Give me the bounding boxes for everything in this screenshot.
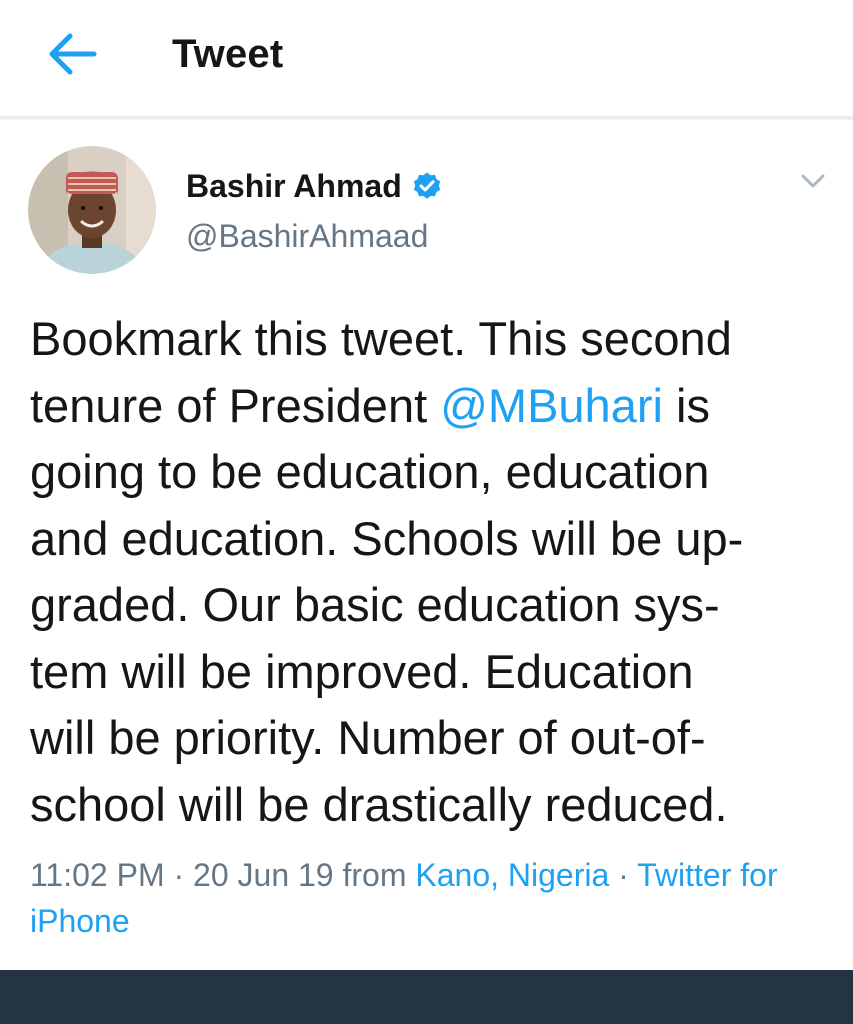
bottom-bar [0, 970, 853, 1024]
author-name-row[interactable]: Bashir Ahmad [186, 164, 442, 208]
location-link[interactable]: Kano, Nigeria [415, 857, 609, 893]
arrow-left-icon [49, 33, 97, 75]
mention-link[interactable]: @MBuhari [440, 379, 663, 432]
app-bar: Tweet [0, 0, 853, 119]
page-title: Tweet [172, 32, 284, 76]
verified-badge-icon [412, 171, 442, 201]
author-display-name[interactable]: Bashir Ahmad [186, 166, 402, 206]
tweet-date: 20 Jun 19 [193, 857, 334, 893]
back-button[interactable] [40, 22, 104, 86]
tweet-time: 11:02 PM [30, 857, 165, 893]
tweet-detail: Bashir Ahmad @BashirAhmaad Bookmark this… [0, 120, 853, 970]
chevron-down-icon [801, 174, 825, 188]
meta-separator: · [164, 857, 194, 893]
tweet-options-button[interactable] [796, 168, 830, 194]
avatar[interactable] [28, 146, 156, 274]
tweet-meta: 11:02 PM · 20 Jun 19 from Kano, Nigeria … [30, 852, 830, 944]
profile-photo [28, 146, 156, 274]
tweet-text: Bookmark this tweet. This second tenure … [30, 306, 830, 838]
from-label: from [333, 857, 416, 893]
author-handle[interactable]: @BashirAhmaad [186, 216, 428, 256]
tweet-text-part: is going to be education, education and … [30, 378, 744, 831]
meta-separator: · [609, 857, 638, 893]
